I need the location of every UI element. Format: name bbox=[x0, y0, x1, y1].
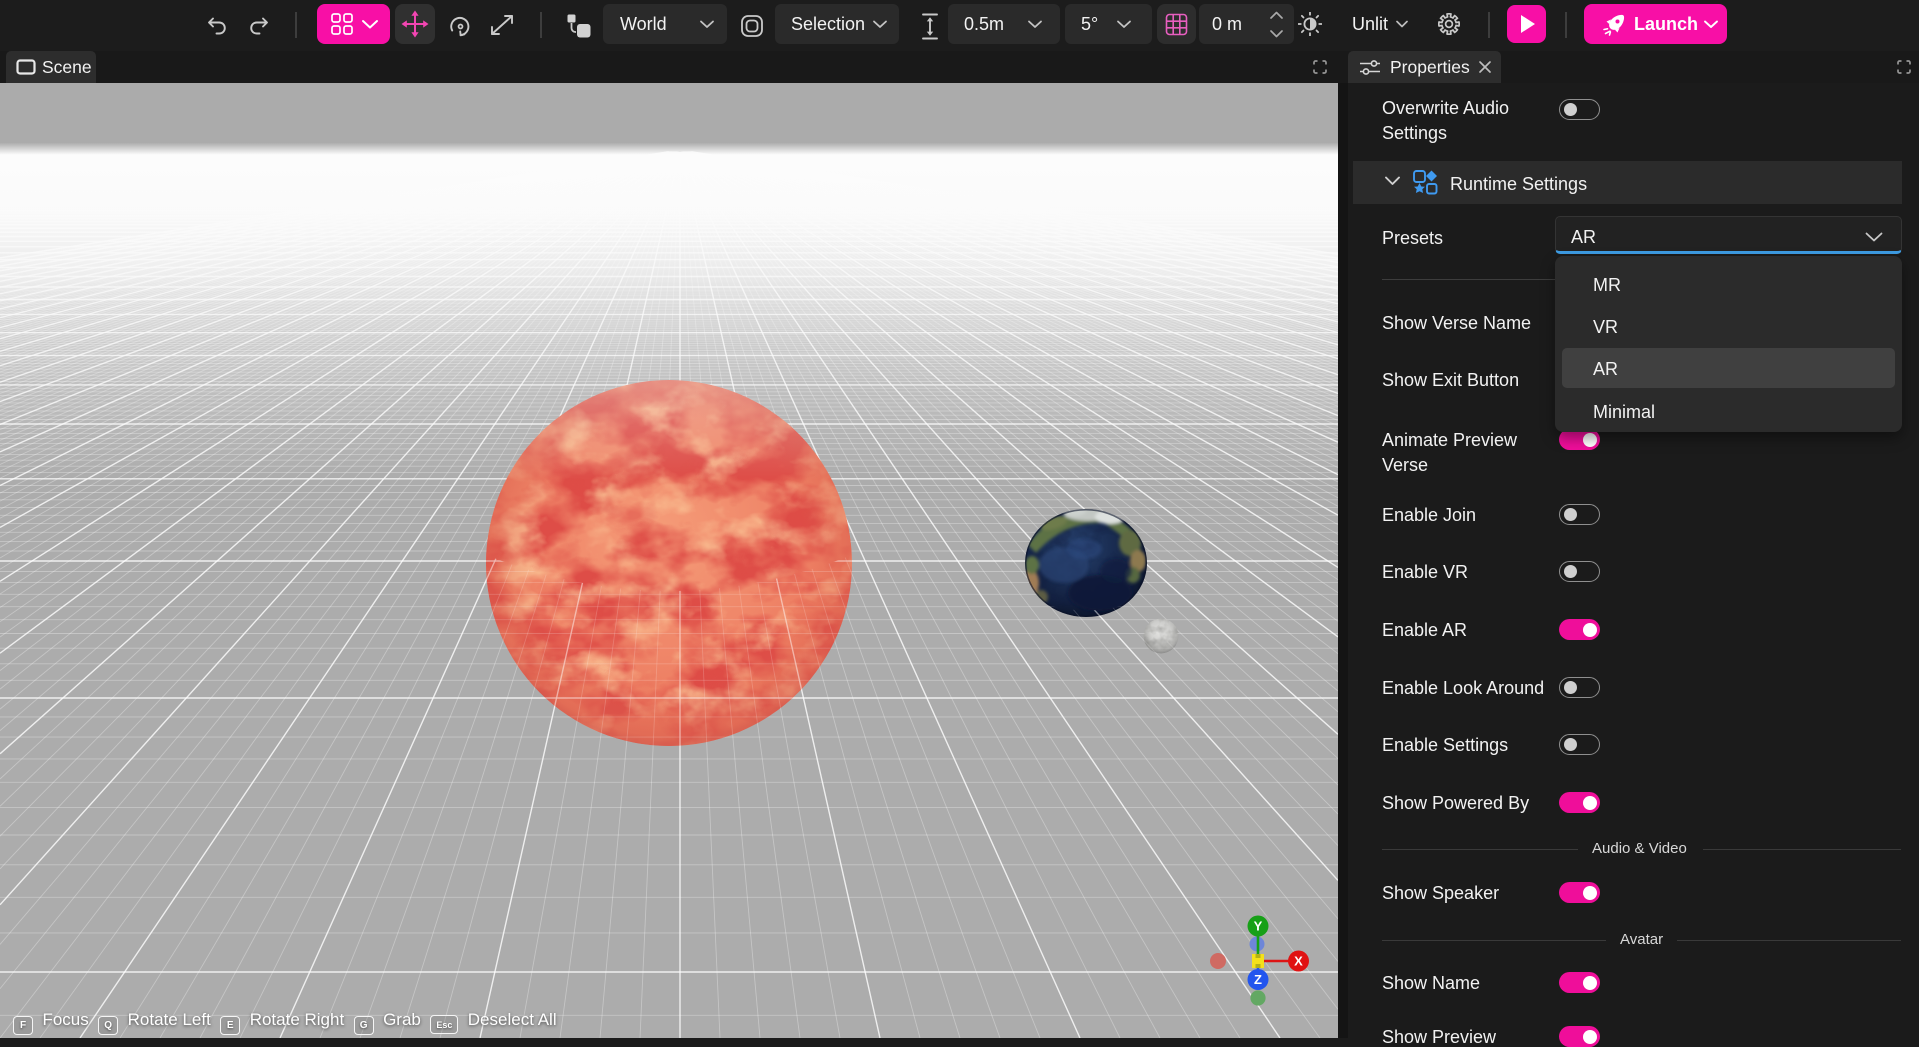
svg-text:Y: Y bbox=[1254, 919, 1263, 934]
svg-text:Z: Z bbox=[1254, 972, 1262, 987]
svg-text:X: X bbox=[1294, 954, 1303, 969]
